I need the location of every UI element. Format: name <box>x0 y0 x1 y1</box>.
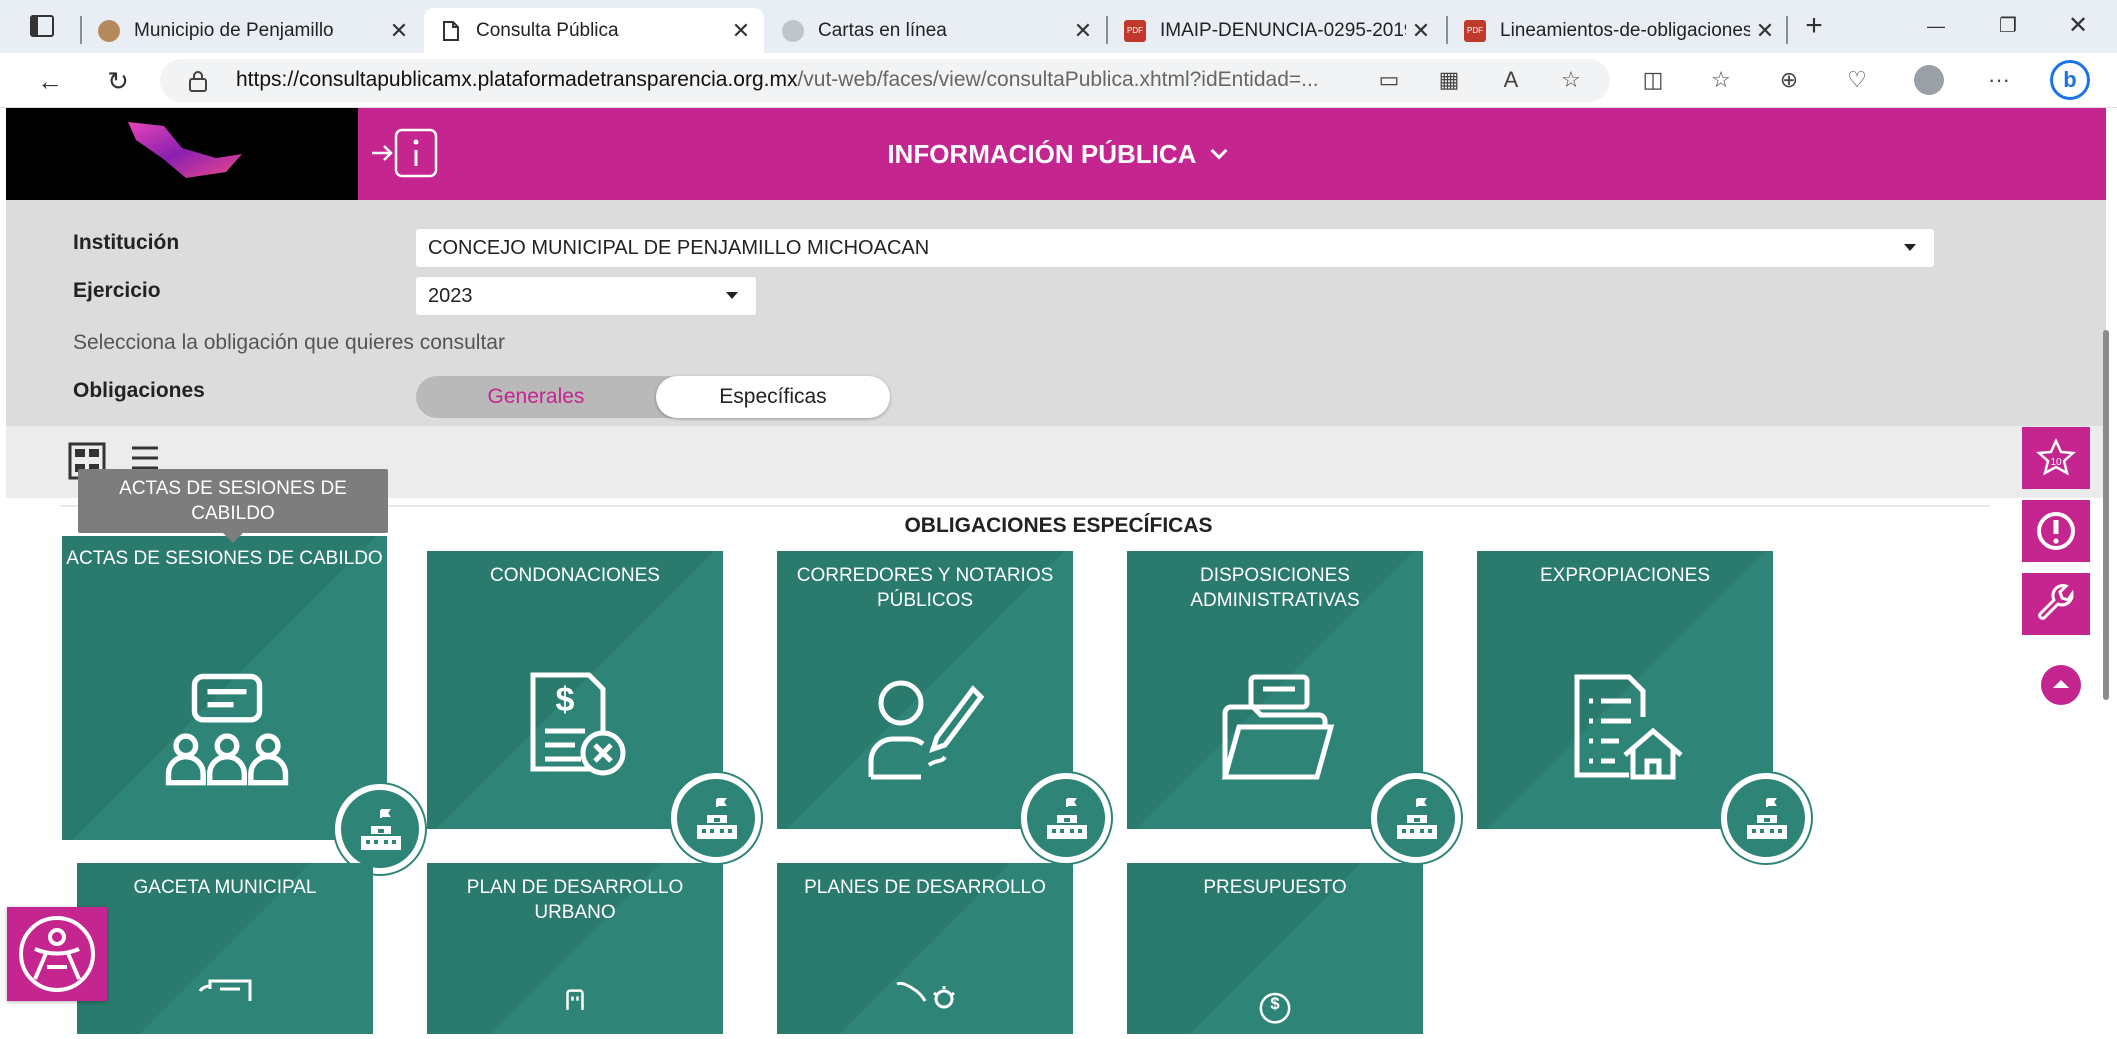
chevron-down-icon <box>1210 142 1228 160</box>
card-condonaciones[interactable]: CONDONACIONES $ <box>427 551 761 863</box>
government-building-icon <box>671 773 761 863</box>
scrollbar[interactable] <box>2103 330 2109 700</box>
browser-health-icon[interactable]: ♡ <box>1840 63 1874 97</box>
document-house-icon <box>1574 674 1683 780</box>
refresh-icon[interactable]: ↻ <box>100 63 136 99</box>
newspaper-icon <box>198 979 252 1001</box>
toggle-especificas[interactable]: Específicas <box>656 376 890 418</box>
obligaciones-toggle: Generales Específicas <box>416 376 890 418</box>
svg-text:$: $ <box>556 681 575 719</box>
svg-text:10: 10 <box>2050 457 2062 468</box>
close-window-button[interactable]: ✕ <box>2058 10 2098 42</box>
ejercicio-select[interactable]: 2023 <box>416 277 756 315</box>
site-header: INFORMACIÓN PÚBLICA <box>6 108 2106 200</box>
alert-button[interactable] <box>2022 500 2090 562</box>
bing-chat-icon[interactable]: b <box>2050 60 2090 100</box>
header-title: INFORMACIÓN PÚBLICA <box>887 139 1196 169</box>
caret-down-icon <box>1904 244 1916 251</box>
browser-tab-cartas[interactable]: Cartas en línea ✕ <box>766 8 1106 53</box>
lock-icon <box>188 70 208 97</box>
filter-panel: Institución CONCEJO MUNICIPAL DE PENJAMI… <box>6 200 2106 426</box>
address-bar: ← ↻ https://consultapublicamx.plataforma… <box>0 53 2117 108</box>
caret-down-icon <box>726 292 738 299</box>
top-ten-button[interactable]: 10 <box>2022 427 2090 489</box>
restore-button[interactable]: ❐ <box>1988 10 2028 42</box>
exclamation-icon <box>2037 512 2075 550</box>
more-options-icon[interactable]: ··· <box>1982 63 2016 97</box>
close-tab-icon[interactable]: ✕ <box>1406 18 1436 44</box>
close-tab-icon[interactable]: ✕ <box>1750 18 1780 44</box>
browser-tab-lineamientos[interactable]: PDF Lineamientos-de-obligaciones ✕ <box>1448 8 1788 53</box>
tools-button[interactable] <box>2022 573 2090 635</box>
map-gear-icon <box>896 981 955 1009</box>
split-screen-icon[interactable]: ◫ <box>1636 63 1670 97</box>
government-building-icon <box>1721 773 1811 863</box>
back-arrow-icon[interactable]: ← <box>32 63 68 99</box>
app-available-icon[interactable]: ▭ <box>1372 63 1406 97</box>
url-path: /vut-web/faces/view/consultaPublica.xhtm… <box>797 68 1319 91</box>
person-signature-icon <box>868 680 985 780</box>
accessibility-icon <box>19 916 95 992</box>
star-badge-icon: 10 <box>2036 438 2076 476</box>
government-building-icon <box>1371 773 1461 863</box>
toggle-generales[interactable]: Generales <box>416 376 656 418</box>
chevron-up-icon <box>2053 680 2069 688</box>
hint-text: Selecciona la obligación que quieres con… <box>73 331 505 354</box>
informacion-publica-menu[interactable]: INFORMACIÓN PÚBLICA <box>6 108 2106 200</box>
pdf-icon: PDF <box>1124 19 1146 42</box>
globe-icon <box>782 19 804 42</box>
card-tooltip: ACTAS DE SESIONES DE CABILDO <box>78 469 388 543</box>
collections-icon[interactable]: ⊕ <box>1772 63 1806 97</box>
government-building-icon <box>1021 773 1111 863</box>
card-actas-de-sesiones[interactable]: ACTAS DE SESIONES DE CABILDO <box>62 536 425 874</box>
browser-tab-consulta[interactable]: Consulta Pública ✕ <box>424 8 764 53</box>
tab-actions-icon[interactable] <box>30 15 54 37</box>
wrench-icon <box>2038 584 2074 620</box>
card-planes-de-desarrollo[interactable]: PLANES DE DESARROLLO <box>777 863 1073 1034</box>
site-favicon-icon <box>98 19 120 42</box>
pdf-icon: PDF <box>1464 19 1486 42</box>
card-disposiciones[interactable]: DISPOSICIONES ADMINISTRATIVAS <box>1127 551 1461 863</box>
institucion-select[interactable]: CONCEJO MUNICIPAL DE PENJAMILLO MICHOACA… <box>416 229 1934 267</box>
scroll-up-button[interactable] <box>2041 665 2081 705</box>
card-gaceta-municipal[interactable]: GACETA MUNICIPAL <box>77 863 373 1034</box>
folder-icon <box>1221 674 1335 780</box>
browser-tab-penjamillo[interactable]: Municipio de Penjamillo ✕ <box>82 8 422 53</box>
close-tab-icon[interactable]: ✕ <box>1068 18 1098 44</box>
browser-tab-bar: Municipio de Penjamillo ✕ Consulta Públi… <box>0 0 2117 53</box>
minimize-button[interactable]: — <box>1916 10 1956 42</box>
card-corredores-notarios[interactable]: CORREDORES Y NOTARIOS PÚBLICOS <box>777 551 1111 863</box>
card-expropiaciones[interactable]: EXPROPIACIONES <box>1477 551 1811 863</box>
obligaciones-label: Obligaciones <box>73 379 205 402</box>
document-cancel-money-icon: $ <box>530 672 626 776</box>
favorites-list-icon[interactable]: ☆ <box>1704 63 1738 97</box>
government-building-icon <box>335 784 425 874</box>
page-icon <box>440 20 462 42</box>
close-tab-icon[interactable]: ✕ <box>726 18 756 44</box>
plug-icon <box>566 989 584 1010</box>
card-plan-desarrollo-urbano[interactable]: PLAN DE DESARROLLO URBANO <box>427 863 723 1034</box>
read-aloud-icon[interactable]: A <box>1494 63 1528 97</box>
card-presupuesto[interactable]: PRESUPUESTO $ <box>1127 863 1423 1034</box>
money-icon: $ <box>1259 992 1291 1024</box>
browser-tab-imaip[interactable]: PDF IMAIP-DENUNCIA-0295-2019 ✕ <box>1108 8 1444 53</box>
svg-text:$: $ <box>1270 994 1280 1013</box>
url-host: https://consultapublicamx.plataformadetr… <box>236 68 798 91</box>
profile-avatar-icon[interactable] <box>1912 63 1946 97</box>
ejercicio-label: Ejercicio <box>73 279 161 302</box>
institucion-label: Institución <box>73 231 180 254</box>
close-tab-icon[interactable]: ✕ <box>384 18 414 44</box>
accessibility-button[interactable] <box>7 907 107 1001</box>
new-tab-button[interactable]: + <box>1794 10 1834 42</box>
favorite-star-icon[interactable]: ☆ <box>1554 63 1588 97</box>
meeting-icon <box>165 673 289 786</box>
qr-code-icon[interactable]: ▦ <box>1432 63 1466 97</box>
